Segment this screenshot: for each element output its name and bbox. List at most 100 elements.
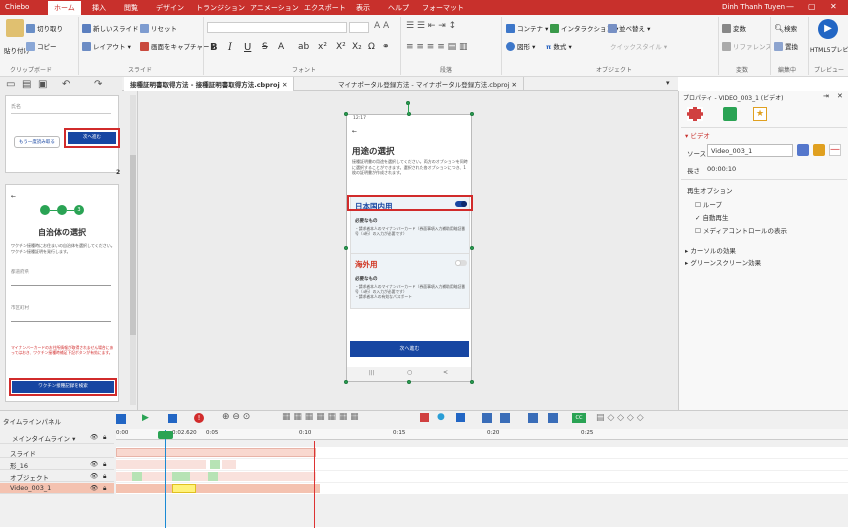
highlight-icon[interactable]: ab [298, 42, 309, 52]
tab-format[interactable]: フォーマット [416, 1, 470, 15]
blur-icon[interactable] [528, 413, 538, 423]
underline-icon[interactable]: U [244, 42, 251, 53]
visibility-icon[interactable]: 👁︎ [90, 433, 98, 441]
tab-home[interactable]: ホーム [48, 1, 81, 15]
strikethrough-icon[interactable]: S [262, 42, 268, 52]
timeline-tools-icon[interactable]: ▦ ▦ ▦ ▦ ▦ ▦ ▦ [282, 412, 359, 422]
slide-thumbnail-2[interactable]: ← 3 自治体の選択 ワクチン接種時にお住まいの自治体を選択してください。ワクチ… [5, 184, 119, 402]
time-ruler[interactable]: 0:00 0:02.620 0:05 0:10 0:15 0:20 0:25 [116, 429, 848, 440]
maximize-icon[interactable]: ▢ [808, 2, 816, 11]
lock-icon[interactable]: 🔒︎ [103, 433, 106, 442]
resize-handle[interactable] [470, 380, 474, 384]
tab-insert[interactable]: 挿入 [86, 1, 112, 15]
record-icon[interactable]: ! [194, 413, 204, 423]
lock-icon[interactable]: 🔒︎ [103, 484, 106, 493]
audio-icon[interactable] [420, 413, 429, 422]
superscript-icon[interactable]: X² [336, 42, 346, 52]
timeline-block[interactable] [210, 460, 220, 469]
undo-icon[interactable]: ↶ [62, 79, 70, 90]
tab-help[interactable]: ヘルプ [382, 1, 415, 15]
play-preview-icon[interactable]: ▶ [818, 19, 838, 39]
open-folder-icon[interactable] [813, 144, 825, 156]
quick-style-button[interactable]: クイックスタイル ▾ [610, 41, 667, 51]
tab-animations[interactable]: アニメーション [244, 1, 305, 15]
cursor-effect-section[interactable]: ▸ カーソルの効果 [685, 245, 736, 255]
resize-handle[interactable] [407, 380, 411, 384]
scrollbar-thumb[interactable] [130, 155, 136, 335]
bullets-icon[interactable]: ☰ ☰ ⇤ ⇥ ↕ [406, 21, 456, 31]
track-slide[interactable]: スライド [0, 447, 114, 458]
align-icon[interactable]: ≡ ≡ ≡ ≡ ▤ ▥ [406, 42, 467, 52]
open-file-icon[interactable]: ▤ [22, 79, 31, 90]
video-tab-icon[interactable] [687, 107, 703, 121]
play-icon[interactable]: ▶ [142, 413, 149, 423]
font-family-select[interactable] [207, 22, 347, 33]
timeline-block[interactable] [116, 460, 206, 469]
greenscreen-section[interactable]: ▸ グリーンスクリーン効果 [685, 257, 761, 267]
close-panel-icon[interactable]: ✕ [837, 92, 843, 100]
content-button[interactable]: コンテナ ▾ [506, 23, 548, 33]
variable-button[interactable]: 変数 [722, 23, 746, 33]
playhead[interactable] [165, 430, 166, 528]
arrange-button[interactable]: 並べ替え ▾ [608, 23, 650, 33]
close-tab-icon[interactable]: ✕ [512, 81, 517, 89]
video-section-header[interactable]: ▾ ビデオ [685, 130, 710, 140]
slide-panel-scrollbar[interactable] [130, 95, 136, 405]
user-name[interactable]: Dinh Thanh Tuyen [722, 3, 785, 11]
resize-handle[interactable] [344, 246, 348, 250]
autoplay-checkbox[interactable]: ✓ 自動再生 [695, 212, 729, 222]
resize-handle[interactable] [344, 112, 348, 116]
new-slide-button[interactable]: 新しいスライド ▾ [82, 23, 144, 33]
font-size-select[interactable] [349, 22, 369, 33]
new-file-icon[interactable]: ▭ [6, 79, 15, 90]
timeline-block[interactable] [222, 460, 236, 469]
tab-list-icon[interactable]: ▾ [666, 79, 670, 87]
resize-handle[interactable] [344, 380, 348, 384]
playhead-handle[interactable] [158, 431, 173, 439]
reference-button[interactable]: リファレンス [722, 41, 772, 51]
cut-button[interactable]: 切り取り [26, 23, 63, 33]
copy-button[interactable]: コピー [26, 41, 57, 51]
selected-clip-block[interactable] [172, 484, 196, 493]
resize-handle[interactable] [470, 246, 474, 250]
slide-thumbnail-1[interactable]: 氏名 もう一度読み取る 次へ進む [5, 95, 120, 173]
animation-tab-icon[interactable] [723, 107, 737, 121]
visibility-icon[interactable]: 👁︎ [90, 460, 98, 468]
phone-screen-video[interactable]: 12:17 ← 用途の選択 接種証明書の用途を選択してください。両方のオプション… [346, 114, 473, 382]
end-marker[interactable] [314, 441, 315, 528]
math-button[interactable]: π 数式 ▾ [546, 41, 572, 51]
pin-icon[interactable]: ⇥ [823, 92, 829, 100]
font-color-icon[interactable]: A [278, 42, 284, 52]
minimize-icon[interactable]: — [786, 2, 794, 11]
lock-icon[interactable]: 🔒︎ [103, 460, 106, 469]
font-grow-icon[interactable]: A A [374, 21, 389, 31]
track-video[interactable]: Video_003_1 👁︎ 🔒︎ [0, 483, 114, 494]
zoom-effect-icon[interactable] [548, 413, 558, 423]
rotate-handle[interactable] [406, 101, 410, 105]
omega-icon[interactable]: Ω [368, 42, 375, 52]
replace-video-icon[interactable] [797, 144, 809, 156]
redo-icon[interactable]: ↷ [94, 79, 102, 90]
tab-design[interactable]: デザイン [150, 1, 190, 15]
clear-format-icon[interactable]: x² [318, 42, 327, 52]
bold-icon[interactable]: B [210, 42, 218, 53]
star-tab-icon[interactable]: ★ [753, 107, 767, 121]
subscript-icon[interactable]: X₂ [352, 42, 362, 52]
resize-handle[interactable] [470, 112, 474, 116]
track-object[interactable]: オブジェクト 👁︎ 🔒︎ [0, 471, 114, 482]
lock-icon[interactable]: 🔒︎ [103, 472, 106, 481]
drop-icon[interactable]: ● [437, 412, 445, 422]
fade-in-icon[interactable] [482, 413, 492, 423]
visibility-icon[interactable]: 👁︎ [90, 472, 98, 480]
remove-icon[interactable]: — [829, 144, 841, 156]
tab-view-browse[interactable]: 閲覧 [118, 1, 144, 15]
timeline-block[interactable] [208, 472, 218, 481]
source-field[interactable]: Video_003_1 [707, 144, 793, 157]
replace-button[interactable]: 置換 [774, 41, 798, 51]
tab-transitions[interactable]: トランジション [190, 1, 251, 15]
caption-icon[interactable]: CC [572, 413, 586, 423]
tab-export[interactable]: エクスポート [298, 1, 352, 15]
doc-tab-2[interactable]: マイナポータル登録方法 - マイナポータル登録方法.cbproj ✕ [332, 77, 524, 91]
loop-checkbox[interactable]: ☐ ループ [695, 199, 722, 209]
track-shape16[interactable]: 形_16 👁︎ 🔒︎ [0, 459, 114, 470]
